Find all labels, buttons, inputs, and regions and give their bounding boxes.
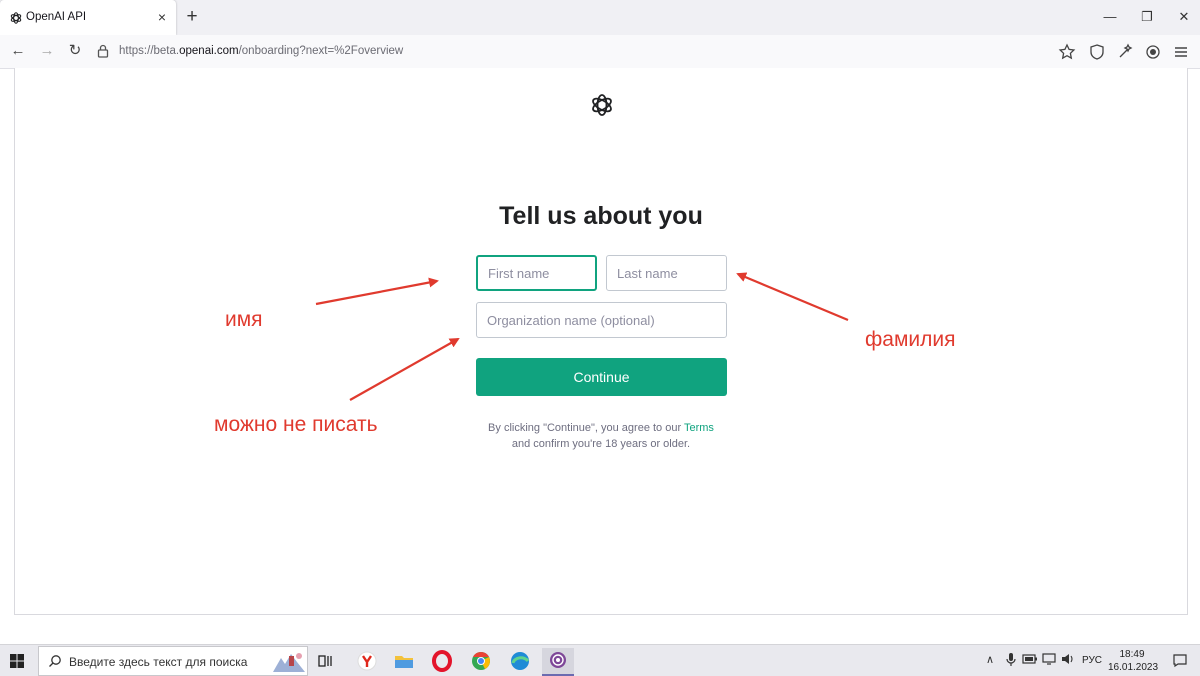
volume-icon[interactable]	[1060, 652, 1076, 666]
new-tab-button[interactable]: +	[182, 6, 202, 28]
tor-browser-icon[interactable]	[542, 648, 574, 676]
restore-button[interactable]: ❐	[1135, 6, 1159, 28]
file-explorer-icon[interactable]	[388, 648, 420, 674]
search-highlight-icon	[273, 653, 305, 672]
shield-icon[interactable]	[1086, 41, 1108, 63]
terms-text-after: and confirm you're 18 years or older.	[511, 438, 691, 450]
first-name-input[interactable]	[476, 255, 597, 291]
annotation-name: имя	[225, 308, 263, 331]
taskbar-clock[interactable]: 18:49 16.01.2023	[1108, 648, 1159, 674]
tab-title: OpenAI API	[26, 11, 87, 23]
url-path: /onboarding?next=%2Foverview	[238, 45, 404, 57]
taskbar-search-text: Введите здесь текст для поиска	[69, 655, 248, 669]
tray-chevron-up-icon[interactable]: ∧	[986, 653, 994, 666]
page-title: Tell us about you	[499, 202, 703, 230]
browser-tab-strip: OpenAI API × + — ❐ ✕	[0, 0, 1200, 35]
star-icon[interactable]	[1056, 41, 1078, 63]
forward-button[interactable]: →	[35, 40, 59, 62]
edge-icon[interactable]	[504, 648, 536, 674]
network-icon[interactable]	[1042, 652, 1058, 666]
clock-time: 18:49	[1119, 649, 1145, 660]
tab-close-icon[interactable]: ×	[154, 8, 170, 26]
task-view-icon[interactable]	[310, 648, 342, 674]
microphone-icon[interactable]	[1004, 651, 1018, 667]
organization-name-input[interactable]	[476, 302, 727, 338]
taskbar-search-box[interactable]: Введите здесь текст для поиска	[38, 646, 308, 676]
url-host: openai.com	[179, 45, 239, 57]
windows-start-icon[interactable]	[6, 650, 28, 672]
address-bar[interactable]: https://beta.openai.com/onboarding?next=…	[119, 45, 403, 57]
back-button[interactable]: ←	[6, 40, 30, 62]
continue-button[interactable]: Continue	[476, 358, 727, 396]
extension-icon[interactable]	[1114, 41, 1136, 63]
url-prefix: https://beta.	[119, 45, 180, 57]
reload-button[interactable]: ↻	[63, 40, 87, 62]
minimize-button[interactable]: —	[1098, 6, 1122, 28]
close-window-button[interactable]: ✕	[1172, 6, 1196, 28]
browser-tab[interactable]: OpenAI API ×	[0, 0, 176, 35]
openai-logo-icon	[592, 94, 612, 116]
battery-icon[interactable]	[1022, 653, 1038, 665]
clock-date: 16.01.2023	[1108, 662, 1159, 673]
chrome-icon[interactable]	[465, 648, 497, 674]
opera-icon[interactable]	[426, 648, 458, 674]
terms-notice: By clicking "Continue", you agree to our…	[451, 420, 751, 452]
browser-nav-bar: ← → ↻ https://beta.openai.com/onboarding…	[0, 35, 1200, 69]
last-name-input[interactable]	[606, 255, 727, 291]
lock-icon[interactable]	[97, 44, 109, 58]
page-viewport: Tell us about you Continue By clicking "…	[14, 68, 1188, 615]
menu-icon[interactable]	[1170, 41, 1192, 63]
terms-text-before: By clicking "Continue", you agree to our	[488, 422, 684, 434]
input-language-indicator[interactable]: РУС	[1082, 655, 1102, 666]
openai-logo-icon	[10, 12, 22, 24]
notification-icon[interactable]	[1172, 652, 1188, 668]
terms-link[interactable]: Terms	[684, 422, 714, 434]
windows-taskbar: Введите здесь текст для поиска ∧ РУС 18:…	[0, 644, 1200, 676]
annotation-surname: фамилия	[865, 328, 956, 351]
search-icon	[49, 655, 61, 667]
yandex-browser-icon[interactable]	[351, 648, 383, 674]
annotation-optional: можно не писать	[214, 413, 378, 436]
account-icon[interactable]	[1142, 41, 1164, 63]
